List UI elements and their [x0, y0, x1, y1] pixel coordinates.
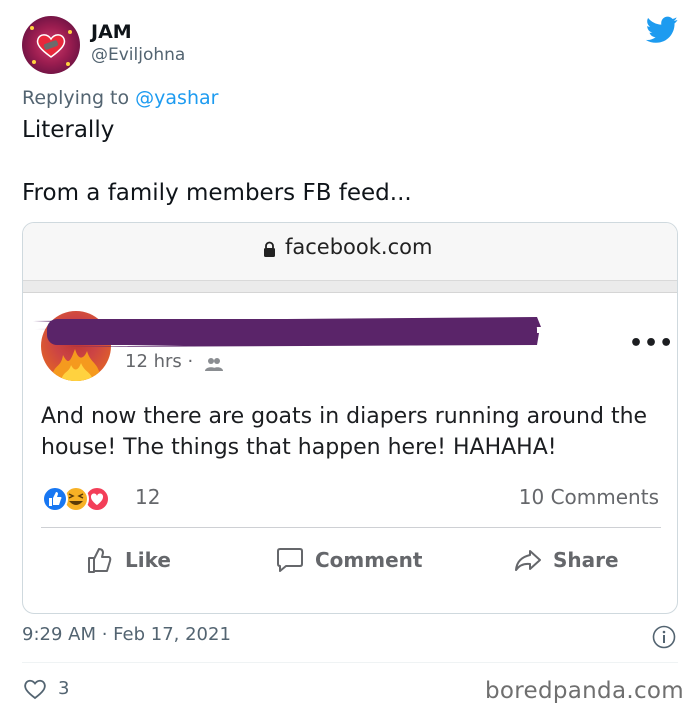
tweet-card: JAM @Eviljohna Replying to @yashar Liter… [0, 0, 700, 717]
friends-icon [205, 358, 223, 371]
comment-button[interactable]: Comment [275, 541, 422, 579]
browser-address-bar: facebook.com [23, 223, 677, 281]
user-handle[interactable]: @Eviljohna [91, 45, 185, 65]
embedded-screenshot[interactable]: facebook.com ••• 12 hrs · And now there … [22, 222, 678, 614]
actions-divider [41, 527, 661, 528]
footer-divider [22, 662, 678, 663]
more-options-button[interactable]: ••• [629, 331, 674, 356]
replying-prefix: Replying to [22, 87, 136, 109]
reaction-count[interactable]: 12 [135, 485, 160, 509]
redaction-scribble [33, 317, 541, 347]
share-button[interactable]: Share [513, 541, 619, 579]
tweet-text-line-2: From a family members FB feed... [22, 180, 412, 206]
share-arrow-icon [515, 550, 541, 571]
speech-bubble-icon [277, 548, 303, 572]
url-text: facebook.com [285, 235, 433, 259]
browser-divider [23, 281, 677, 293]
comment-label: Comment [315, 548, 423, 572]
like-count[interactable]: 3 [58, 678, 69, 699]
replying-to: Replying to @yashar [22, 87, 218, 109]
comments-count-link[interactable]: 10 Comments [519, 485, 659, 509]
tweet-text-line-1: Literally [22, 117, 115, 143]
lock-icon [264, 241, 275, 257]
thumbs-up-icon [88, 548, 112, 573]
post-body: And now there are goats in diapers runni… [41, 404, 648, 460]
avatar[interactable] [22, 16, 80, 74]
tweet-timestamp[interactable]: 9:29 AM · Feb 17, 2021 [22, 624, 231, 645]
heart-icon[interactable] [23, 678, 47, 700]
like-label: Like [125, 548, 171, 572]
replying-mention-link[interactable]: @yashar [135, 87, 218, 109]
like-button[interactable]: Like [85, 541, 171, 579]
post-time: 12 hrs · [125, 351, 194, 372]
twitter-bird-icon[interactable] [646, 16, 678, 44]
heart-emblem-icon [36, 34, 66, 58]
reactions-icon[interactable] [41, 485, 125, 513]
info-icon[interactable] [652, 625, 676, 649]
watermark: boredpanda.com [485, 678, 684, 704]
share-label: Share [553, 548, 619, 572]
display-name[interactable]: JAM [91, 21, 132, 43]
